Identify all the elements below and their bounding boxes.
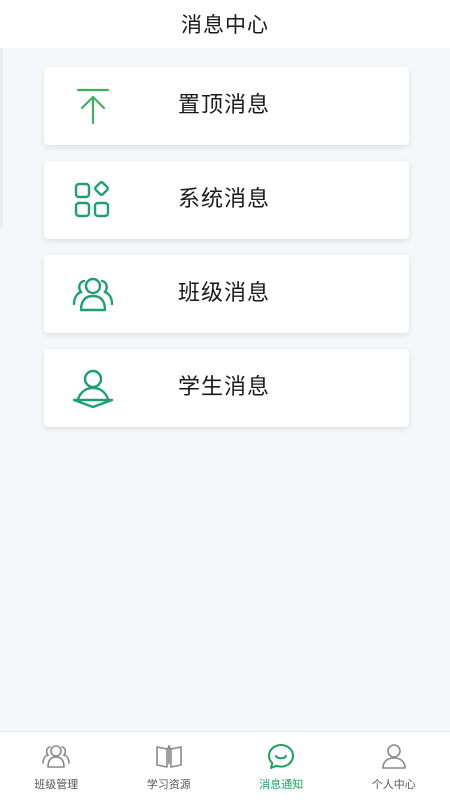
left-edge-shadow: [0, 48, 3, 228]
card-label: 系统消息: [178, 187, 271, 212]
bottom-tab-bar: 班级管理 学习资源 消息通知 个人中心: [0, 731, 450, 800]
card-label: 班级消息: [178, 281, 271, 306]
tab-label: 学习资源: [146, 778, 191, 791]
book-icon: [155, 742, 183, 770]
page-title: 消息中心: [181, 13, 269, 37]
card-system-messages[interactable]: 系统消息: [44, 161, 409, 239]
apps-grid-icon: [72, 179, 114, 221]
tab-personal-center[interactable]: 个人中心: [338, 732, 450, 800]
tab-learning-resources[interactable]: 学习资源: [113, 732, 226, 800]
message-category-list: 置顶消息 系统消息 班级消息 学生消息: [44, 67, 409, 443]
group-icon: [72, 273, 114, 315]
card-class-messages[interactable]: 班级消息: [44, 255, 409, 333]
tab-label: 消息通知: [259, 778, 304, 791]
person-icon: [380, 742, 408, 770]
header-bar: 消息中心: [0, 0, 450, 48]
tab-label: 班级管理: [34, 778, 79, 791]
tab-message-notifications[interactable]: 消息通知: [225, 732, 338, 800]
student-icon: [72, 367, 114, 409]
card-label: 置顶消息: [178, 93, 271, 118]
card-label: 学生消息: [178, 375, 271, 400]
card-student-messages[interactable]: 学生消息: [44, 349, 409, 427]
pin-top-icon: [72, 85, 114, 127]
class-group-icon: [42, 742, 71, 770]
card-pinned-messages[interactable]: 置顶消息: [44, 67, 409, 145]
tab-class-management[interactable]: 班级管理: [0, 732, 113, 800]
message-center-page: 消息中心 置顶消息 系统消息 班级消息 学生消息 班级管理 学习资源 消息通知 …: [0, 0, 450, 800]
tab-label: 个人中心: [371, 778, 416, 791]
chat-bubble-icon: [267, 742, 295, 770]
